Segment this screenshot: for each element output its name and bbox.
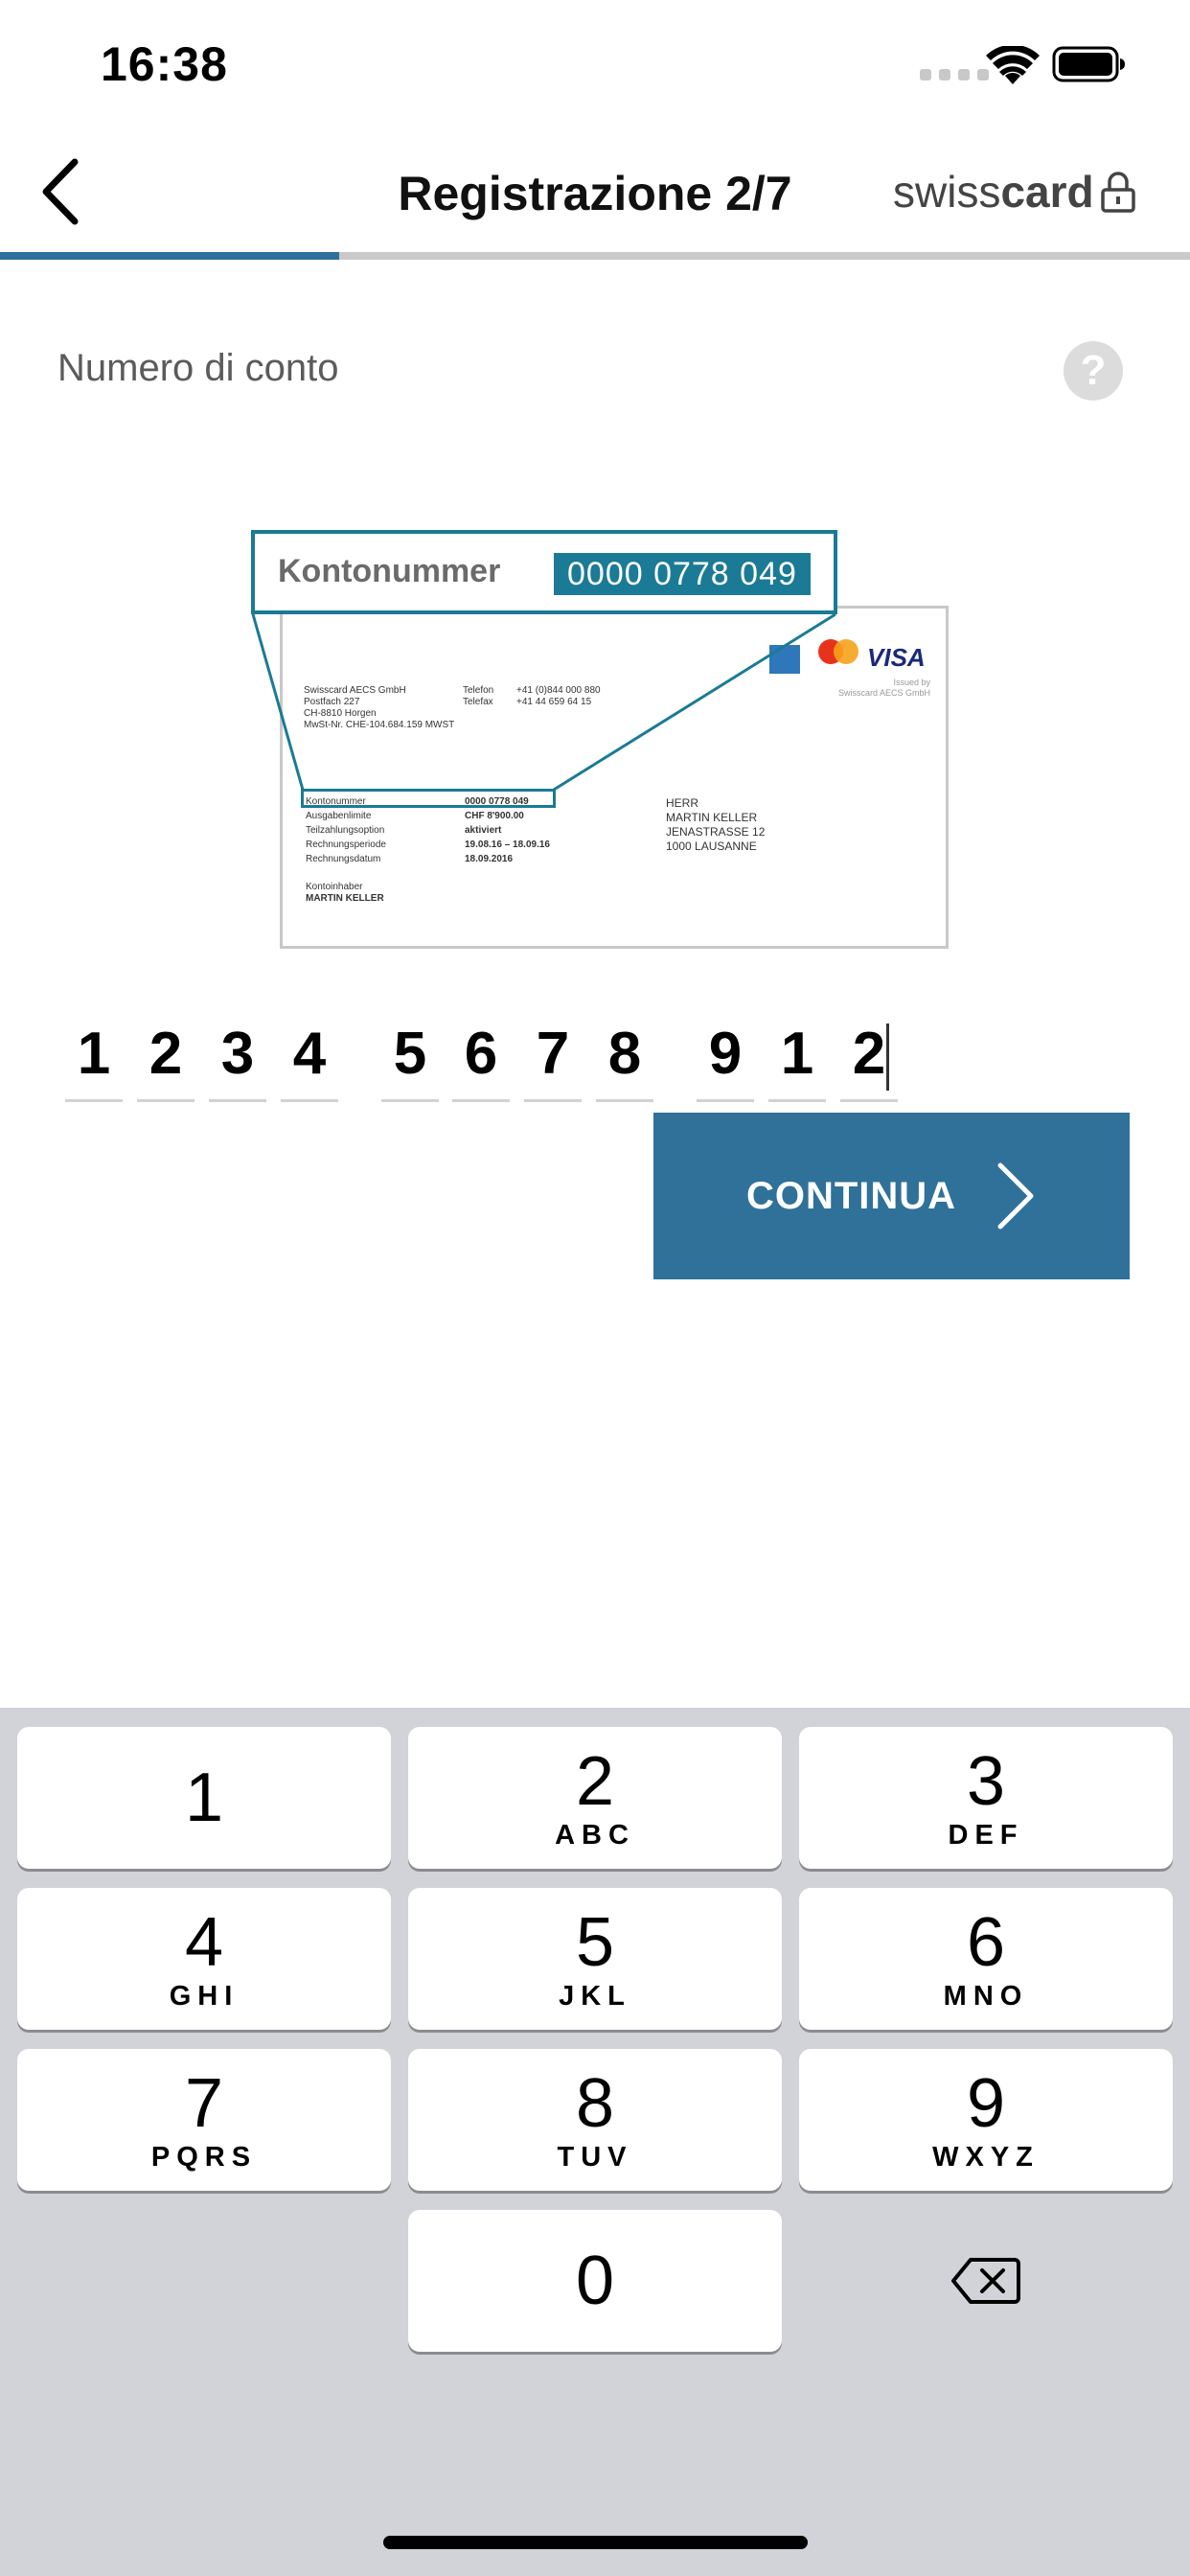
- key-digit: 3: [966, 1743, 1006, 1820]
- key-digit: 8: [575, 2065, 615, 2142]
- key-digit: 6: [966, 1904, 1006, 1981]
- key-letters: WXYZ: [932, 2142, 1040, 2173]
- key-digit: 4: [184, 1904, 224, 1981]
- digit-slot[interactable]: 8: [596, 1016, 653, 1102]
- key-digit: 5: [575, 1904, 615, 1981]
- continue-button[interactable]: CONTINUA: [653, 1113, 1130, 1279]
- key-9[interactable]: 9 WXYZ: [799, 2049, 1173, 2191]
- key-digit: 7: [184, 2065, 224, 2142]
- brand-name-bold: card: [1000, 167, 1094, 217]
- key-digit: 0: [575, 2242, 615, 2319]
- recipient-address: HERR MARTIN KELLER JENASTRASSE 12 1000 L…: [666, 796, 766, 853]
- key-2[interactable]: 2 ABC: [408, 1727, 782, 1869]
- account-number-highlight: [301, 789, 556, 808]
- key-3[interactable]: 3 DEF: [799, 1727, 1173, 1869]
- key-7[interactable]: 7 PQRS: [17, 2049, 391, 2191]
- progress-fill: [0, 252, 339, 260]
- key-letters: TUV: [557, 2142, 633, 2173]
- digit-slot[interactable]: 7: [524, 1016, 582, 1102]
- key-8[interactable]: 8 TUV: [408, 2049, 782, 2191]
- account-number-callout: Kontonummer 0000 0778 049: [251, 530, 837, 614]
- sender-address: Swisscard AECS GmbH Postfach 227 CH-8810…: [304, 685, 455, 730]
- key-letters: GHI: [169, 1981, 240, 2012]
- help-icon[interactable]: ?: [1064, 341, 1123, 401]
- key-digit: 9: [966, 2065, 1006, 2142]
- key-letters: ABC: [555, 1820, 635, 1851]
- digit-slot[interactable]: 1: [768, 1016, 826, 1102]
- status-bar: 16:38: [0, 0, 1190, 129]
- home-indicator: [383, 2536, 808, 2549]
- issued-by-text: Issued by Swisscard AECS GmbH: [837, 678, 930, 698]
- swisscard-logo: swiss card: [893, 166, 1136, 218]
- statement-illustration: VISA Issued by Swisscard AECS GmbH Swiss…: [251, 525, 950, 952]
- callout-label: Kontonummer: [278, 553, 501, 589]
- account-number-input[interactable]: 12345678912: [0, 1016, 1190, 1108]
- digit-slot[interactable]: 2: [840, 1016, 898, 1102]
- continue-label: CONTINUA: [745, 1174, 957, 1217]
- key-4[interactable]: 4 GHI: [17, 1888, 391, 2030]
- amex-logo-icon: [769, 645, 800, 674]
- key-0[interactable]: 0: [408, 2210, 782, 2352]
- digit-slot[interactable]: 5: [381, 1016, 439, 1102]
- contact-labels: Telefon Telefax: [463, 685, 494, 707]
- battery-icon: [1052, 46, 1125, 82]
- backspace-icon: [951, 2258, 1020, 2304]
- chevron-right-icon: [997, 1162, 1034, 1230]
- contact-values: +41 (0)844 000 880 +41 44 659 64 15: [516, 685, 601, 707]
- cellular-signal-icon: [920, 69, 989, 80]
- holder-name: MARTIN KELLER: [306, 893, 384, 904]
- digit-slot[interactable]: 3: [209, 1016, 266, 1102]
- digit-slot[interactable]: 6: [452, 1016, 510, 1102]
- registration-progress-bar: [0, 252, 1190, 260]
- key-6[interactable]: 6 MNO: [799, 1888, 1173, 2030]
- digit-slot[interactable]: 1: [65, 1016, 123, 1102]
- status-time: 16:38: [101, 37, 228, 91]
- mastercard-logo-icon: [818, 639, 858, 664]
- lock-icon: [1100, 172, 1135, 213]
- key-letters: PQRS: [150, 2142, 258, 2173]
- key-1[interactable]: 1: [17, 1727, 391, 1869]
- delete-key[interactable]: [799, 2210, 1173, 2352]
- key-letters: DEF: [948, 1820, 1024, 1851]
- key-5[interactable]: 5 JKL: [408, 1888, 782, 2030]
- statement-sheet: VISA Issued by Swisscard AECS GmbH Swiss…: [280, 606, 949, 949]
- key-letters: MNO: [943, 1981, 1029, 2012]
- digit-slot[interactable]: 4: [281, 1016, 338, 1102]
- key-digit: 2: [575, 1743, 615, 1820]
- brand-name-light: swiss: [893, 167, 1001, 217]
- digit-slot[interactable]: 9: [697, 1016, 754, 1102]
- key-digit: 1: [184, 1760, 224, 1836]
- callout-number: 0000 0778 049: [554, 553, 811, 595]
- wifi-icon: [986, 46, 1040, 84]
- text-cursor: [886, 1024, 889, 1091]
- navigation-bar: Registrazione 2/7 swiss card: [0, 129, 1190, 254]
- visa-logo: VISA: [867, 643, 926, 672]
- digit-slot[interactable]: 2: [137, 1016, 195, 1102]
- account-number-label: Numero di conto: [57, 347, 339, 389]
- key-letters: JKL: [559, 1981, 631, 2012]
